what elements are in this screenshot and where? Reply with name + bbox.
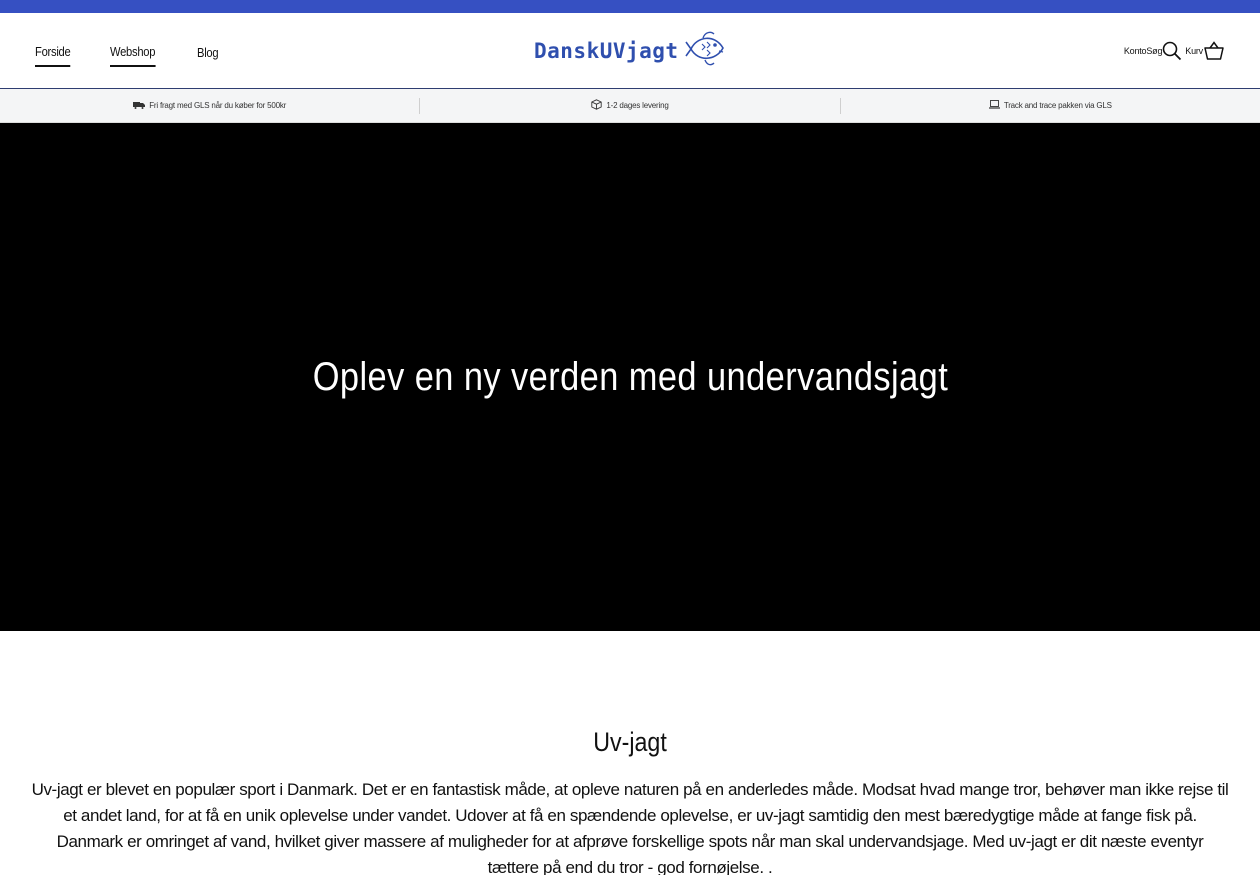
nav-item-blog[interactable]: Blog [197, 45, 219, 66]
section-title: Uv-jagt [593, 727, 667, 757]
search-icon[interactable] [1162, 41, 1182, 61]
search-link[interactable]: Søg [1146, 46, 1162, 56]
main-nav: Forside Webshop Blog [35, 13, 222, 89]
hero-heading: Oplev en ny verden med undervandsjagt [312, 354, 948, 399]
usp-text: 1-2 dages levering [606, 101, 669, 110]
account-link[interactable]: Konto [1124, 46, 1147, 56]
site-logo[interactable]: DanskUVjagt [534, 29, 727, 73]
announcement-bar [0, 0, 1260, 13]
fish-icon [684, 28, 727, 75]
usp-free-shipping: Fri fragt med GLS når du køber for 500kr [0, 101, 419, 111]
usp-delivery: 1-2 dages levering [420, 99, 839, 112]
box-icon [591, 99, 603, 112]
laptop-icon [988, 100, 1000, 111]
cart-link[interactable]: Kurv [1185, 46, 1203, 56]
usp-tracking: Track and trace pakken via GLS [841, 100, 1260, 111]
truck-icon [133, 101, 146, 111]
hero-banner: Oplev en ny verden med undervandsjagt [0, 123, 1260, 631]
section-body: Uv-jagt er blevet en populær sport i Dan… [31, 780, 1229, 875]
usp-bar: Fri fragt med GLS når du køber for 500kr… [0, 89, 1260, 123]
nav-item-webshop[interactable]: Webshop [110, 44, 156, 67]
usp-text: Fri fragt med GLS når du køber for 500kr [149, 101, 287, 110]
intro-section: Uv-jagt Uv-jagt er blevet en populær spo… [0, 631, 1260, 875]
usp-text: Track and trace pakken via GLS [1003, 101, 1112, 110]
site-header: Forside Webshop Blog DanskUVjagt Konto S… [0, 13, 1260, 89]
basket-icon[interactable] [1204, 41, 1224, 61]
nav-item-forside[interactable]: Forside [35, 44, 71, 67]
header-actions: Konto Søg Kurv [1124, 13, 1224, 89]
logo-text: DanskUVjagt [534, 39, 679, 63]
